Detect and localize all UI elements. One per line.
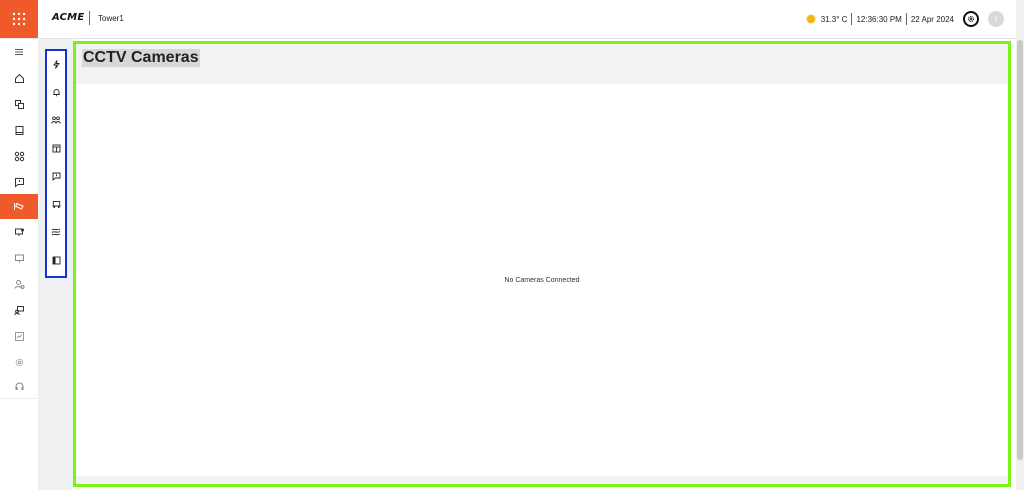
subnav-item-elevator[interactable] [47,138,65,158]
settings-button[interactable] [963,11,979,27]
empty-state-message: No Cameras Connected [504,277,580,284]
monitor-icon [14,228,24,236]
home-icon [14,73,24,83]
users-icon [14,280,24,289]
chat-icon [52,172,60,181]
avatar[interactable]: I [988,11,1004,27]
divider [89,11,90,25]
page-scrollbar[interactable] [1016,0,1024,490]
sidebar-item-monitor[interactable] [0,220,38,245]
sidebar-item-home[interactable] [0,66,38,91]
lightning-icon [52,59,60,69]
sidebar-item-book[interactable] [0,118,38,143]
tenant-name: Tower1 [98,14,124,23]
sidebar-item-settings[interactable] [0,350,38,375]
page-title: CCTV Cameras [82,49,200,67]
temperature-reading: 31.3° C [820,14,848,24]
presentation-icon [14,254,24,263]
fan-icon [51,228,61,235]
divider [905,13,907,25]
sidebar-item-report[interactable] [0,324,38,349]
subnav-item-alerts[interactable] [47,82,65,102]
panel-icon [52,256,60,264]
sidebar [0,39,39,490]
subnav-item-people[interactable] [47,110,65,130]
sidebar-item-support[interactable] [0,374,38,399]
app-launcher-button[interactable] [0,0,38,38]
settings-icon [15,358,23,367]
subnav-item-hvac[interactable] [47,222,65,242]
subnav-item-parking[interactable] [47,194,65,214]
sun-icon [806,15,815,23]
layers-icon [14,100,24,109]
subnav-item-chat[interactable] [47,166,65,186]
sidebar-item-cctv[interactable] [0,194,38,219]
content-footer [76,476,1008,484]
content-header: CCTV Cameras [76,44,1008,84]
sidebar-item-user-screen[interactable] [0,298,38,323]
bell-icon [52,88,60,96]
current-date: 22 Apr 2024 [910,14,954,24]
gear-icon [967,15,975,23]
sidebar-item-layers[interactable] [0,92,38,117]
divider [0,398,38,399]
divider [851,13,853,25]
report-icon [14,332,24,341]
clock-time: 12:36:30 PM [856,14,902,24]
cctv-icon [14,202,24,210]
main-content: CCTV Cameras No Cameras Connected [73,41,1011,487]
support-icon [15,382,23,390]
book-icon [15,126,23,135]
brand-logo: ACME [52,12,85,23]
message-alert-icon [14,178,24,188]
subnav-item-energy[interactable] [47,54,65,74]
scrollbar-thumb[interactable] [1017,40,1023,460]
sidebar-item-apps[interactable] [0,144,38,169]
car-icon [52,200,60,208]
subnav-item-panel[interactable] [47,250,65,270]
top-bar: ACME Tower1 31.3° C 12:36:30 PM 22 Apr 2… [0,0,1016,39]
menu-icon [15,48,23,55]
sidebar-item-messages[interactable] [0,170,38,195]
user-screen-icon [13,306,24,316]
status-area: 31.3° C 12:36:30 PM 22 Apr 2024 I [806,0,1004,38]
grid-icon [12,12,26,26]
people-icon [51,115,61,124]
sidebar-item-users[interactable] [0,272,38,297]
sub-navigation [45,49,67,278]
elevator-icon [52,144,60,152]
apps-icon [14,151,24,162]
sidebar-item-presentation[interactable] [0,246,38,271]
sidebar-item-menu[interactable] [0,39,38,64]
